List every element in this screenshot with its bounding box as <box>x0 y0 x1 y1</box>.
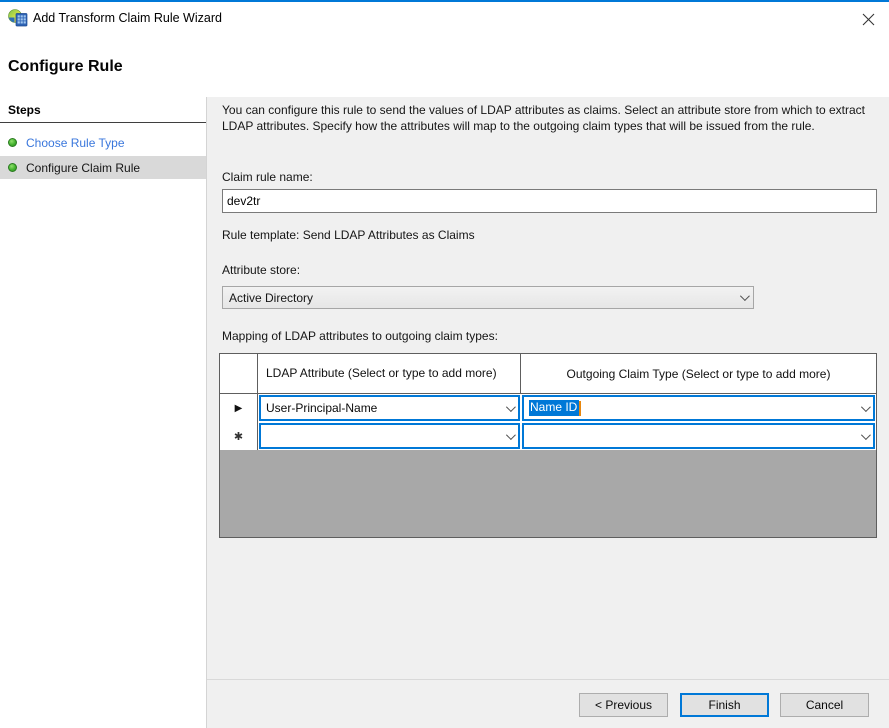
previous-button[interactable]: < Previous <box>579 693 668 717</box>
step-item-configure-claim-rule[interactable]: Configure Claim Rule <box>0 156 206 179</box>
ldap-attribute-cell <box>258 422 521 450</box>
attribute-store-value: Active Directory <box>229 291 740 305</box>
ldap-attribute-cell: User-Principal-Name <box>258 394 521 422</box>
wizard-window: Add Transform Claim Rule Wizard Configur… <box>0 0 889 728</box>
outgoing-claim-type-cell: Name ID <box>521 394 876 422</box>
finish-button[interactable]: Finish <box>680 693 769 717</box>
attribute-store-select[interactable]: Active Directory <box>222 286 754 309</box>
button-bar: < Previous Finish Cancel <box>207 679 889 728</box>
table-row: ▶ User-Principal-Name Name ID <box>220 394 876 422</box>
ldap-attribute-select[interactable] <box>259 423 520 449</box>
text-caret <box>579 401 581 416</box>
selected-text: Name ID <box>529 400 579 415</box>
page-title: Configure Rule <box>8 58 123 76</box>
ldap-attribute-value: User-Principal-Name <box>266 401 506 415</box>
cancel-button[interactable]: Cancel <box>780 693 869 717</box>
current-row-indicator: ▶ <box>220 394 258 422</box>
new-row-asterisk-icon: ✱ <box>234 430 243 443</box>
title-bar: Add Transform Claim Rule Wizard <box>0 2 889 36</box>
outgoing-claim-type-cell <box>521 422 876 450</box>
chevron-down-icon <box>740 291 750 301</box>
chevron-down-icon <box>506 430 516 440</box>
claim-rule-name-label: Claim rule name: <box>222 170 313 184</box>
chevron-down-icon <box>861 402 871 412</box>
attribute-store-label: Attribute store: <box>222 263 300 277</box>
step-item-choose-rule-type[interactable]: Choose Rule Type <box>0 131 206 154</box>
outgoing-claim-type-value: Name ID <box>529 400 861 415</box>
header-outgoing-claim-type: Outgoing Claim Type (Select or type to a… <box>521 354 876 393</box>
steps-header: Steps <box>0 97 206 123</box>
step-complete-icon <box>8 163 17 172</box>
table-empty-area <box>220 450 876 537</box>
claim-rule-name-input[interactable] <box>222 189 877 213</box>
steps-panel: Steps Choose Rule Type Configure Claim R… <box>0 97 207 728</box>
description-text: You can configure this rule to send the … <box>222 103 884 134</box>
window-title: Add Transform Claim Rule Wizard <box>33 11 222 25</box>
outgoing-claim-type-select[interactable]: Name ID <box>522 395 875 421</box>
step-label: Choose Rule Type <box>26 136 125 150</box>
step-complete-icon <box>8 138 17 147</box>
rule-template-text: Rule template: Send LDAP Attributes as C… <box>222 228 475 242</box>
outgoing-claim-type-select[interactable] <box>522 423 875 449</box>
content-panel: You can configure this rule to send the … <box>207 97 889 679</box>
chevron-down-icon <box>506 402 516 412</box>
header-ldap-attribute: LDAP Attribute (Select or type to add mo… <box>258 354 521 393</box>
row-arrow-icon: ▶ <box>235 403 243 414</box>
mapping-table-header: LDAP Attribute (Select or type to add mo… <box>220 354 876 394</box>
chevron-down-icon <box>861 430 871 440</box>
header-row-indicator-cell <box>220 354 258 393</box>
steps-list: Choose Rule Type Configure Claim Rule <box>0 131 206 179</box>
ldap-attribute-select[interactable]: User-Principal-Name <box>259 395 520 421</box>
adfs-claim-rule-icon <box>8 9 28 27</box>
mapping-label: Mapping of LDAP attributes to outgoing c… <box>222 329 498 343</box>
close-icon[interactable] <box>855 6 881 32</box>
new-row-indicator: ✱ <box>220 422 258 450</box>
step-label: Configure Claim Rule <box>26 161 140 175</box>
table-new-row: ✱ <box>220 422 876 450</box>
mapping-table: LDAP Attribute (Select or type to add mo… <box>219 353 877 538</box>
